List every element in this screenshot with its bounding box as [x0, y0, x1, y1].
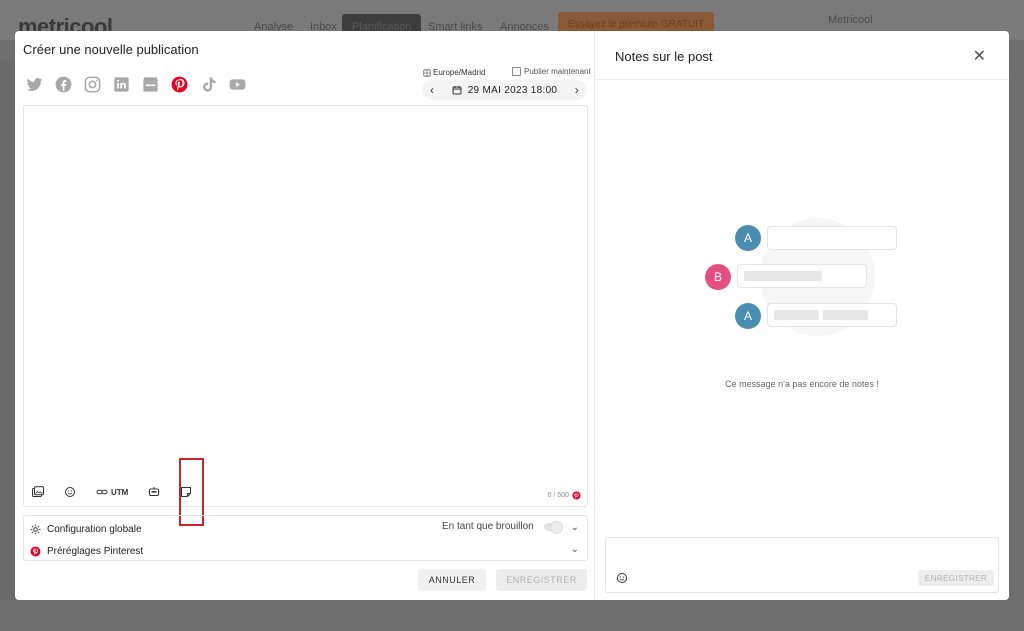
date-picker[interactable]: ‹ 29 MAI 2023 18:00 › — [422, 80, 587, 100]
draft-toggle[interactable] — [543, 520, 563, 534]
pinterest-icon — [30, 546, 41, 556]
note-bubble — [767, 303, 897, 327]
note-input[interactable]: ENREGISTRER — [605, 537, 999, 593]
chevron-down-icon[interactable]: ⌄ — [571, 522, 579, 533]
draft-label: En tant que brouillon — [442, 521, 534, 532]
ai-assistant-button[interactable] — [148, 484, 160, 500]
pinterest-presets-row[interactable]: Préréglages Pinterest — [30, 542, 143, 560]
youtube-icon[interactable] — [228, 75, 247, 94]
placeholder-bar — [823, 310, 868, 320]
chevron-right-icon[interactable]: › — [575, 83, 579, 97]
network-selector — [25, 75, 257, 94]
background-sidebar — [0, 60, 15, 600]
tiktok-icon[interactable] — [199, 75, 218, 94]
gear-icon — [30, 523, 41, 535]
publish-now-option[interactable]: Publier maintenant — [512, 67, 591, 76]
notes-title: Notes sur le post — [615, 49, 713, 64]
instagram-icon[interactable] — [83, 75, 102, 94]
global-config-label: Configuration globale — [47, 523, 142, 535]
linkedin-icon[interactable] — [112, 75, 131, 94]
utm-button[interactable]: UTM — [96, 484, 128, 500]
global-config-row[interactable]: Configuration globale — [30, 520, 142, 538]
calendar-icon — [452, 86, 462, 95]
create-post-modal: Créer une nouvelle publication Europe/Ma… — [15, 31, 1009, 600]
image-gallery-icon — [32, 486, 44, 497]
publish-now-label: Publier maintenant — [524, 67, 591, 76]
draft-option: En tant que brouillon — [442, 520, 563, 534]
pinterest-small-icon — [572, 491, 581, 500]
emoji-button[interactable] — [64, 484, 76, 500]
character-counter: 0 / 500 — [548, 491, 581, 500]
avatar: B — [705, 264, 731, 290]
robot-icon — [148, 487, 160, 496]
post-text-editor[interactable]: UTM 0 / 500 — [23, 105, 588, 507]
media-button[interactable] — [32, 484, 44, 500]
placeholder-bar — [774, 310, 819, 320]
background-user: Metricool — [828, 14, 873, 26]
character-count: 0 / 500 — [547, 492, 569, 499]
composer-panel: Créer une nouvelle publication Europe/Ma… — [15, 31, 595, 600]
pinterest-presets-label: Préréglages Pinterest — [47, 545, 144, 557]
pinterest-icon[interactable] — [170, 75, 189, 94]
notes-panel: Notes sur le post ✕ A B A Ce message n'a… — [595, 31, 1009, 600]
chevron-down-icon[interactable]: ⌄ — [571, 544, 579, 555]
emoji-icon — [65, 487, 75, 497]
avatar: A — [735, 225, 761, 251]
avatar: A — [735, 303, 761, 329]
note-bubble — [737, 264, 867, 288]
chevron-left-icon[interactable]: ‹ — [430, 83, 434, 97]
empty-notes-illustration: A B A — [700, 216, 900, 341]
google-business-icon[interactable] — [141, 75, 160, 94]
link-icon — [96, 489, 108, 495]
twitter-icon[interactable] — [25, 75, 44, 94]
utm-label: UTM — [111, 487, 129, 497]
publish-now-checkbox[interactable] — [512, 67, 521, 76]
settings-section: Configuration globale En tant que brouil… — [23, 515, 588, 561]
globe-icon — [423, 68, 431, 77]
timezone-selector[interactable]: Europe/Madrid — [423, 68, 485, 77]
empty-notes-message: Ce message n'a pas encore de notes ! — [725, 379, 879, 389]
date-value: 29 MAI 2023 18:00 — [467, 84, 558, 96]
modal-title: Créer une nouvelle publication — [23, 42, 199, 57]
cancel-button[interactable]: ANNULER — [418, 569, 486, 591]
facebook-icon[interactable] — [54, 75, 73, 94]
notes-header-divider — [595, 79, 1009, 80]
note-bubble — [767, 226, 897, 250]
save-button[interactable]: ENREGISTRER — [496, 569, 587, 591]
placeholder-bar — [744, 271, 822, 281]
close-icon[interactable]: ✕ — [973, 46, 986, 66]
emoji-icon[interactable] — [616, 572, 628, 584]
save-note-button[interactable]: ENREGISTRER — [918, 570, 994, 586]
timezone-label: Europe/Madrid — [433, 68, 486, 77]
